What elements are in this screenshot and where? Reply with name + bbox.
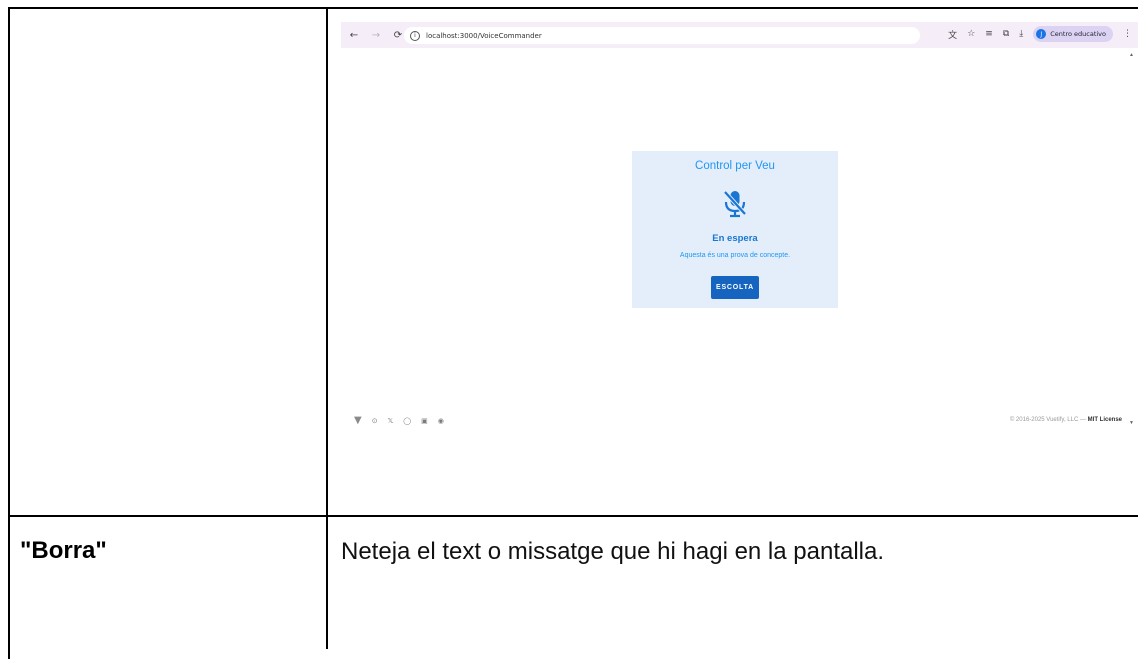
store-icon[interactable]: ⊙	[372, 417, 378, 425]
browser-toolbar: ← → ⟳ i localhost:3000/VoiceCommander 文 …	[341, 22, 1138, 48]
status-title: En espera	[712, 233, 758, 244]
site-info-icon[interactable]: i	[410, 30, 420, 41]
voice-control-card: Control per Veu En espera Aquesta és una…	[632, 151, 838, 308]
github-icon[interactable]: ◯	[403, 417, 411, 425]
table-column-divider	[326, 7, 328, 649]
command-description: Neteja el text o missatge que hi hagi en…	[341, 538, 885, 565]
profile-label: Centro educativo	[1050, 30, 1106, 38]
scroll-down-arrow[interactable]: ▼	[1129, 420, 1134, 426]
address-bar[interactable]: i localhost:3000/VoiceCommander	[404, 27, 920, 44]
kebab-icon[interactable]: ⋮	[1123, 29, 1132, 39]
toolbar-actions: 文 ☆ ≡ ⧉ ⤓ J Centro educativo ⋮	[948, 26, 1132, 42]
forward-icon[interactable]: →	[367, 26, 385, 44]
translate-icon[interactable]: 文	[948, 28, 957, 41]
x-icon[interactable]: 𝕏	[388, 417, 394, 425]
reddit-icon[interactable]: ◉	[438, 417, 444, 425]
table-row-divider	[8, 515, 1138, 517]
card-title: Control per Veu	[695, 160, 775, 172]
tab-list-icon[interactable]: ≡	[985, 29, 993, 39]
license-link[interactable]: MIT License	[1088, 417, 1122, 423]
listen-button[interactable]: ESCOLTA	[711, 276, 759, 299]
footer-copyright: © 2016-2025 Vuetify, LLC — MIT License	[1010, 417, 1122, 423]
puzzle-icon[interactable]: ⧉	[1003, 29, 1009, 39]
profile-button[interactable]: J Centro educativo	[1033, 26, 1113, 42]
avatar: J	[1036, 29, 1047, 39]
star-icon[interactable]: ☆	[967, 29, 975, 39]
vuetify-logo-icon[interactable]: ▼	[354, 415, 362, 426]
url-text: localhost:3000/VoiceCommander	[426, 31, 542, 40]
copyright-text: © 2016-2025 Vuetify, LLC —	[1009, 417, 1086, 423]
footer-social-links: ▼ ⊙ 𝕏 ◯ ▣ ◉	[354, 415, 444, 426]
download-icon[interactable]: ⤓	[1019, 29, 1023, 39]
command-term: "Borra"	[20, 537, 107, 564]
mic-off-icon	[723, 190, 747, 218]
discord-icon[interactable]: ▣	[421, 417, 428, 425]
status-subtitle: Aquesta és una prova de concepte.	[679, 252, 791, 259]
scroll-up-arrow[interactable]: ▲	[1129, 52, 1134, 58]
back-icon[interactable]: ←	[345, 26, 363, 44]
browser-screenshot: ← → ⟳ i localhost:3000/VoiceCommander 文 …	[341, 22, 1138, 442]
